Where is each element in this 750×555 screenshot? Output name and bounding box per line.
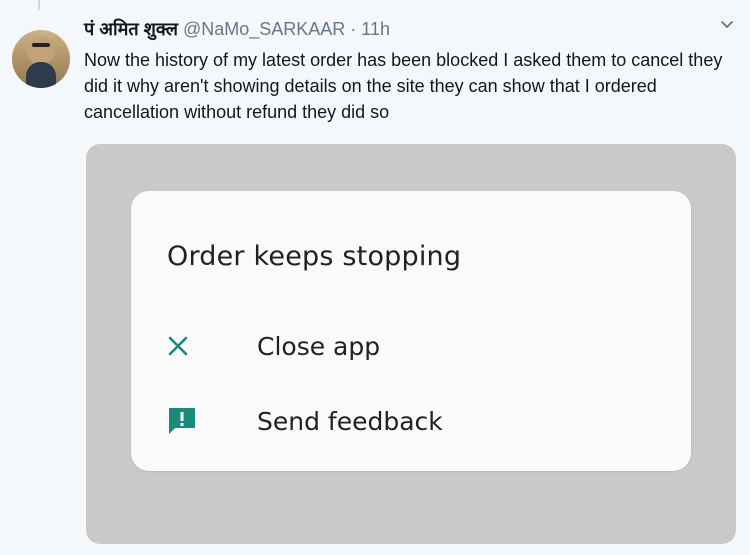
display-name[interactable]: पं अमित शुक्ल: [84, 19, 178, 39]
close-app-label: Close app: [257, 331, 381, 361]
crash-dialog: Order keeps stopping Close app Send feed…: [131, 191, 691, 471]
avatar-glasses: [32, 43, 50, 47]
separator-dot: ·: [350, 19, 357, 39]
dialog-title: Order keeps stopping: [167, 241, 462, 272]
avatar-body: [26, 62, 56, 88]
feedback-icon: [167, 406, 227, 436]
chevron-down-icon[interactable]: [720, 18, 734, 32]
close-app-button[interactable]: Close app: [131, 318, 691, 374]
avatar[interactable]: [12, 30, 70, 88]
send-feedback-button[interactable]: Send feedback: [131, 393, 691, 449]
tweet-time[interactable]: 11h: [361, 19, 390, 39]
tweet-text: Now the history of my latest order has b…: [84, 50, 723, 122]
user-handle[interactable]: @NaMo_SARKAAR: [183, 19, 345, 39]
close-icon: [167, 335, 227, 357]
tweet-header: पं अमित शुक्ल @NaMo_SARKAAR · 11h: [84, 17, 390, 41]
send-feedback-label: Send feedback: [257, 406, 443, 436]
tweet-media-image[interactable]: Order keeps stopping Close app Send feed…: [86, 144, 736, 544]
thread-connector: [38, 0, 40, 10]
